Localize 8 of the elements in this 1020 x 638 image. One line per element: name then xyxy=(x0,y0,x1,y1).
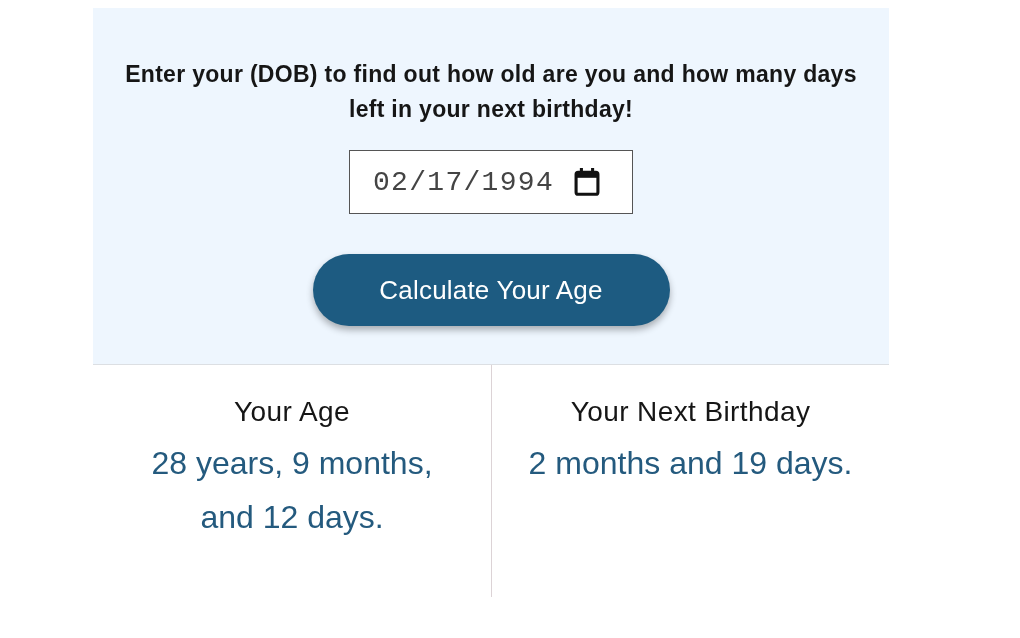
calculate-button[interactable]: Calculate Your Age xyxy=(312,254,670,326)
date-input[interactable]: 02/17/1994 xyxy=(349,150,633,214)
result-title: Your Age xyxy=(233,395,351,429)
result-value: 2 months and 19 days. xyxy=(527,444,854,483)
result-title: Your Next Birthday xyxy=(569,395,812,429)
calendar-icon[interactable] xyxy=(574,168,601,196)
result-value: 28 years, 9 months, and 12 days. xyxy=(150,444,434,537)
intro-text: Enter your (DOB) to find out how old are you and how many days left in your next birthday! xyxy=(124,60,858,124)
